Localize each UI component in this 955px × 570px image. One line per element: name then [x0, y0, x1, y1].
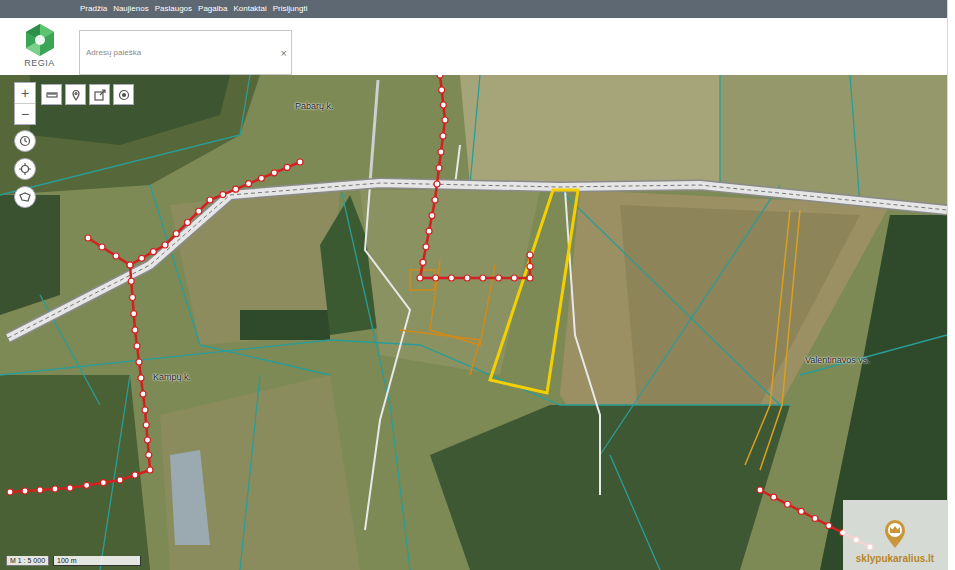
clock-icon — [19, 135, 31, 147]
side-controls — [14, 130, 36, 208]
logo[interactable]: REGIA — [0, 18, 79, 75]
logo-text: REGIA — [24, 58, 55, 68]
watermark-text: sklypukaralius.lt — [856, 553, 934, 564]
address-search[interactable]: × — [79, 30, 292, 75]
place-label: Pabarų k. — [295, 101, 334, 111]
watermark: sklypukaralius.lt — [843, 500, 947, 570]
ruler-icon — [46, 89, 58, 101]
locate-button[interactable] — [113, 84, 134, 105]
map[interactable]: Pabarų k. Kampų k. Valentinavos vs. +− M 1 :… — [0, 75, 947, 570]
nav-link[interactable]: Pradžia — [80, 4, 107, 14]
header: REGIA × — [0, 18, 947, 75]
zoom-controls: +− — [14, 82, 36, 125]
map-imagery[interactable] — [0, 75, 947, 570]
crosshair-button[interactable] — [14, 158, 36, 180]
polygon-icon — [19, 191, 31, 203]
pin-button[interactable] — [65, 84, 86, 105]
tool-row — [41, 84, 134, 105]
zoom-button[interactable]: − — [15, 103, 35, 124]
zoom-button[interactable]: + — [15, 83, 35, 103]
crown-pin-icon — [880, 519, 910, 549]
measure-button[interactable] — [41, 84, 62, 105]
scale-bar: 100 m — [53, 556, 141, 566]
export-icon — [94, 89, 106, 101]
clear-button[interactable]: × — [281, 47, 287, 59]
nav-link[interactable]: Naujienos — [113, 4, 149, 14]
search-input[interactable] — [84, 47, 281, 58]
nav-link[interactable]: Kontaktai — [233, 4, 266, 14]
scale: M 1 : 5 000 100 m — [6, 556, 141, 566]
nav-link[interactable]: Prisijungti — [273, 4, 308, 14]
place-label: Kampų k. — [153, 372, 191, 382]
area-button[interactable] — [14, 186, 36, 208]
target-icon — [118, 89, 130, 101]
top-bar: Pradžia Naujienos Paslaugos Pagalba Kontakta… — [0, 0, 947, 18]
regia-logo-icon — [23, 23, 57, 57]
nav-link[interactable]: Pagalba — [198, 4, 227, 14]
history-button[interactable] — [14, 130, 36, 152]
page: Pradžia Naujienos Paslaugos Pagalba Kontakta… — [0, 0, 948, 570]
nav-link[interactable]: Paslaugos — [155, 4, 192, 14]
scale-ratio: M 1 : 5 000 — [6, 556, 49, 566]
pin-icon — [70, 89, 82, 101]
place-label: Valentinavos vs. — [805, 355, 870, 365]
crosshair-icon — [19, 163, 31, 175]
export-button[interactable] — [89, 84, 110, 105]
